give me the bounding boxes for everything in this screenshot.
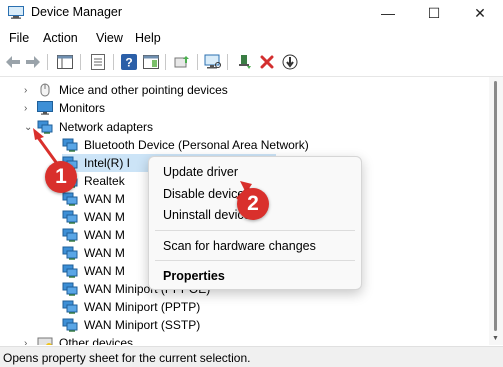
update-driver-menu-item[interactable]: Update driver [163,165,238,179]
tree-item-label: WAN Miniport (SSTP) [84,318,201,332]
tree-item-wan-pptp[interactable]: WAN Miniport (PPTP) [62,298,200,316]
uninstall-device-icon[interactable] [258,53,276,71]
window-title: Device Manager [31,5,123,19]
toolbar-separator [227,54,228,70]
tree-item-label: WAN M [84,264,125,278]
toolbar-separator [165,54,166,70]
mouse-icon [37,83,53,97]
network-adapter-icon [62,138,78,152]
network-adapter-icon [37,120,53,134]
back-icon[interactable] [4,53,22,71]
status-text: Opens property sheet for the current sel… [3,351,251,365]
enable-device-icon[interactable] [236,53,254,71]
status-bar: Opens property sheet for the current sel… [0,346,503,367]
menu-view[interactable]: View [96,31,123,45]
tree-item-label: Other devices [59,336,134,345]
close-icon: ✕ [474,4,486,21]
network-adapter-icon [62,228,78,242]
network-adapter-icon [62,246,78,260]
maximize-button[interactable]: ☐ [411,0,457,26]
tree-item-wan[interactable]: WAN M [62,262,125,280]
menu-file[interactable]: File [9,31,29,45]
scan-hardware-menu-item[interactable]: Scan for hardware changes [163,239,316,253]
vertical-scrollbar[interactable]: ▼ [489,77,503,345]
help-icon[interactable]: ? [120,53,138,71]
tree-item-wan[interactable]: WAN M [62,208,125,226]
tree-item-label: Monitors [59,101,106,115]
toolbar-separator [197,54,198,70]
tree-item-monitors[interactable]: › Monitors [24,99,105,117]
tree-item-label: WAN Miniport (PPTP) [84,300,201,314]
step-badge-2: 2 [237,188,269,220]
tree-item-label: WAN M [84,210,125,224]
context-menu: Update driver Disable device Uninstall d… [148,156,362,290]
tree-item-wan[interactable]: WAN M [62,190,125,208]
properties-icon[interactable] [89,53,107,71]
toolbar: ? [0,50,503,77]
tree-item-label: Intel(R) I [84,156,131,170]
scrollbar-thumb[interactable] [494,81,497,331]
maximize-icon: ☐ [427,4,441,21]
minimize-icon: — [381,5,395,21]
monitor-icon [37,101,53,115]
forward-icon[interactable] [24,53,42,71]
minimize-button[interactable]: — [365,0,411,26]
tree-item-network-adapters[interactable]: ⌄ Network adapters [24,118,153,136]
scan-hardware-icon[interactable] [204,53,222,71]
network-adapter-icon [62,282,78,296]
disable-device-menu-item[interactable]: Disable device [163,187,244,201]
scroll-down-icon[interactable]: ▼ [492,335,499,342]
network-adapter-icon [62,192,78,206]
update-driver-icon[interactable] [173,53,191,71]
tree-item-mice[interactable]: › Mice and other pointing devices [24,81,228,99]
network-adapter-icon [62,300,78,314]
network-adapter-icon [62,318,78,332]
tree-item-label: WAN M [84,228,125,242]
tree-item-wan[interactable]: WAN M [62,244,125,262]
network-adapter-icon [62,264,78,278]
menu-action[interactable]: Action [43,31,78,45]
properties-menu-item[interactable]: Properties [163,269,225,283]
tree-item-other-devices[interactable]: › Other devices [24,334,133,345]
toolbar-separator [47,54,48,70]
menu-help[interactable]: Help [135,31,161,45]
action-pane-icon[interactable] [142,53,160,71]
tree-item-label: Network adapters [59,120,154,134]
disable-device-icon[interactable] [281,53,299,71]
device-manager-icon [8,6,24,19]
network-adapter-icon [62,210,78,224]
tree-item-label: Mice and other pointing devices [59,83,228,97]
menu-bar: File Action View Help [0,27,503,49]
tree-item-label: Bluetooth Device (Personal Area Network) [84,138,309,152]
title-bar: Device Manager — ☐ ✕ [0,0,503,26]
svg-text:?: ? [125,56,132,70]
unknown-device-icon [37,336,53,345]
chevron-down-icon[interactable]: ⌄ [24,122,37,133]
tree-item-label: Realtek [84,174,125,188]
tree-item-label: WAN M [84,192,125,206]
toolbar-separator [113,54,114,70]
step-badge-1: 1 [45,161,77,193]
tree-item-wan-sstp[interactable]: WAN Miniport (SSTP) [62,316,200,334]
show-hide-console-tree-icon[interactable] [56,53,74,71]
chevron-right-icon[interactable]: › [24,85,37,96]
chevron-right-icon[interactable]: › [24,338,37,346]
tree-item-label: WAN M [84,246,125,260]
chevron-right-icon[interactable]: › [24,103,37,114]
toolbar-separator [80,54,81,70]
tree-item-wan[interactable]: WAN M [62,226,125,244]
tree-item-bluetooth[interactable]: Bluetooth Device (Personal Area Network) [62,136,309,154]
menu-separator [155,230,355,231]
close-button[interactable]: ✕ [457,0,503,26]
menu-separator [155,260,355,261]
